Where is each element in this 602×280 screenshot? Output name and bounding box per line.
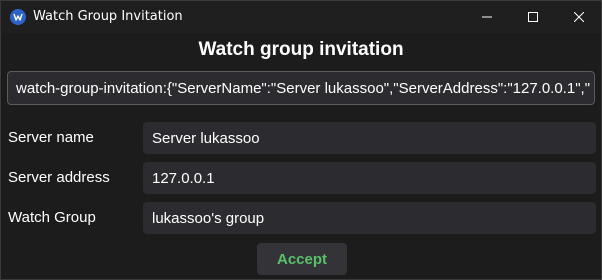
maximize-icon — [528, 12, 538, 22]
server-name-field[interactable]: Server lukassoo — [143, 122, 596, 154]
invitation-string-text: watch-group-invitation:{"ServerName":"Se… — [16, 80, 591, 97]
minimize-button[interactable] — [464, 1, 510, 33]
server-name-value: Server lukassoo — [152, 130, 260, 147]
invitation-window: Watch Group Invitation Watch group invit… — [0, 0, 602, 280]
server-address-label: Server address — [8, 169, 110, 186]
page-title: Watch group invitation — [198, 39, 404, 60]
title-bar[interactable]: Watch Group Invitation — [1, 1, 601, 33]
maximize-button[interactable] — [510, 1, 556, 33]
invitation-string-field[interactable]: watch-group-invitation:{"ServerName":"Se… — [7, 71, 595, 105]
watch-group-value: lukassoo's group — [152, 210, 265, 227]
watch-group-label: Watch Group — [8, 209, 96, 226]
window-title: Watch Group Invitation — [33, 9, 183, 24]
server-address-value: 127.0.0.1 — [152, 170, 215, 187]
app-logo-icon — [10, 9, 26, 25]
server-name-label: Server name — [8, 129, 94, 146]
close-icon — [574, 12, 584, 22]
minimize-icon — [482, 16, 492, 18]
close-button[interactable] — [556, 1, 602, 33]
accept-button[interactable]: Accept — [257, 243, 347, 275]
watch-group-field[interactable]: lukassoo's group — [143, 202, 596, 234]
server-address-field[interactable]: 127.0.0.1 — [143, 162, 596, 194]
